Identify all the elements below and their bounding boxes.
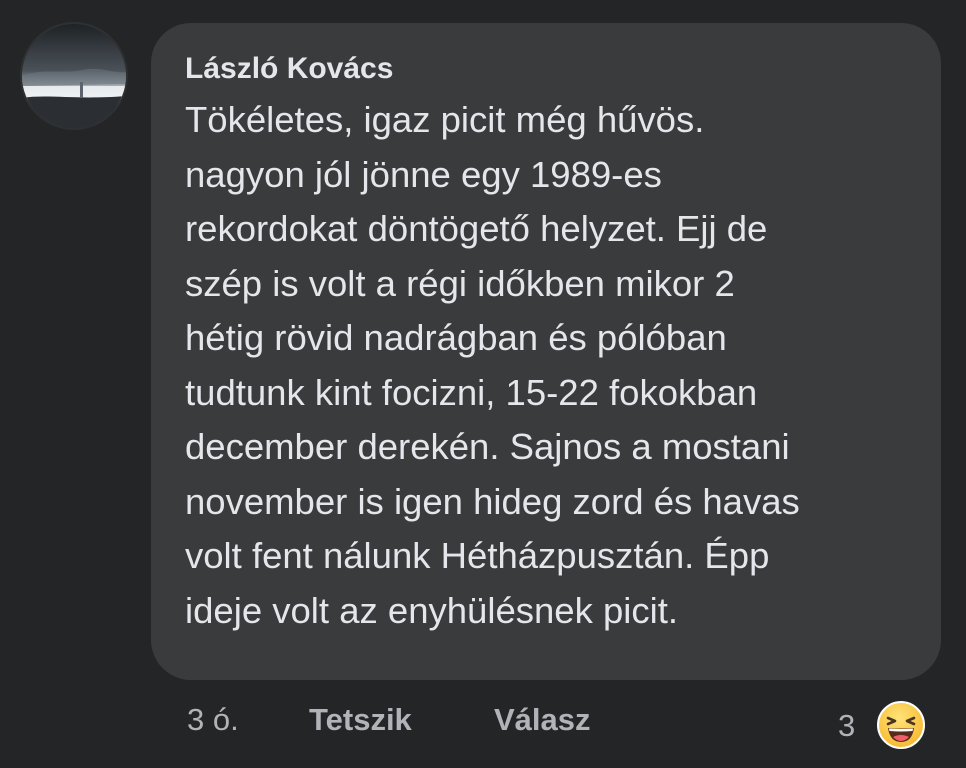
comment-actions: 3 ó. Tetszik Válasz 3 xyxy=(0,690,966,760)
comment-text: Tökéletes, igaz picit még hűvös. nagyon … xyxy=(185,93,907,638)
comment-text-line: tudtunk kint focizni, 15-22 fokokban xyxy=(185,371,758,413)
comment-text-line: rekordokat döntögető helyzet. Ejj de xyxy=(185,208,768,249)
haha-emoji-icon[interactable] xyxy=(876,700,926,750)
reaction-count[interactable]: 3 xyxy=(838,708,855,744)
comment-text-line: ideje volt az enyhülésnek picit. xyxy=(185,589,679,631)
comment-text-line: december derekén. Sajnos a mostani xyxy=(185,426,790,467)
comment-text-line: szép is volt a régi időkben mikor 2 xyxy=(185,262,735,304)
comment-timestamp[interactable]: 3 ó. xyxy=(187,702,239,738)
avatar[interactable] xyxy=(22,24,126,128)
like-button[interactable]: Tetszik xyxy=(309,702,412,738)
comment-thread: László Kovács Tökéletes, igaz picit még … xyxy=(0,0,966,768)
comment-text-line: november is igen hideg zord és havas xyxy=(185,480,800,522)
reply-button[interactable]: Válasz xyxy=(494,702,591,738)
comment-text-line: Tökéletes, igaz picit még hűvös. xyxy=(185,99,705,140)
comment-text-line: volt fent nálunk Hétházpusztán. Épp xyxy=(185,535,770,576)
comment-text-line: hétig rövid nadrágban és pólóban xyxy=(185,317,727,358)
landscape-photo-avatar-icon xyxy=(22,24,126,128)
comment-author-name[interactable]: László Kovács xyxy=(185,51,907,87)
comment-text-line: nagyon jól jönne egy 1989-es xyxy=(185,153,662,195)
comment-bubble: László Kovács Tökéletes, igaz picit még … xyxy=(151,23,941,680)
